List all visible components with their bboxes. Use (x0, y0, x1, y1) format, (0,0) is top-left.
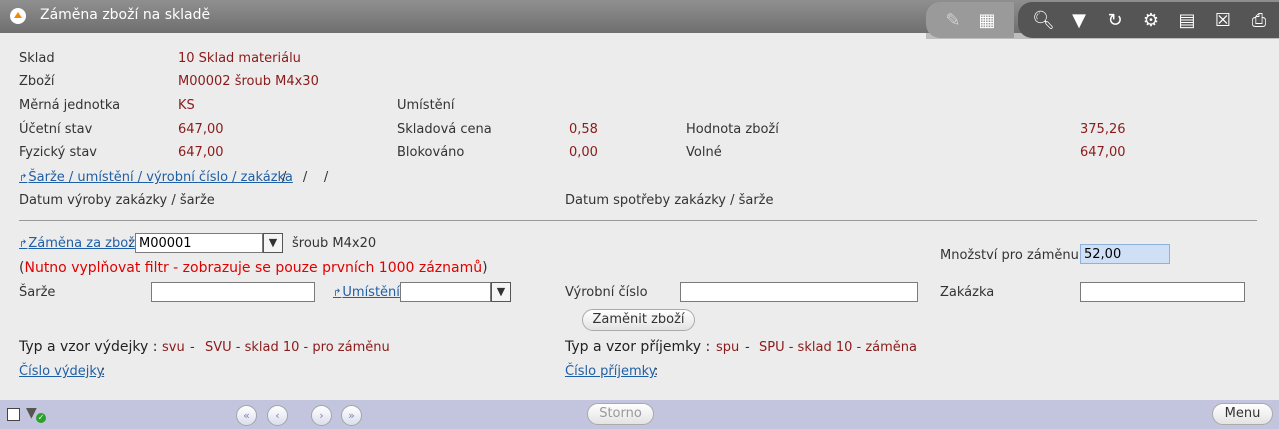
mj-label: Měrná jednotka (19, 98, 121, 113)
zamena-dropdown-button[interactable]: ▼ (263, 233, 283, 253)
umisteni-link-text: Umístění (342, 285, 400, 300)
user-settings-icon[interactable]: ⚙ (1140, 10, 1162, 32)
warning-text: Nutno vyplňovat filtr - zobrazuje se pou… (24, 260, 483, 276)
edit-icon[interactable]: ✎ (942, 10, 964, 32)
print-icon[interactable]: ⎙ (1248, 10, 1270, 32)
zakazka-label: Zakázka (940, 285, 995, 300)
document-icon[interactable]: ▤ (1176, 10, 1198, 32)
datum-spotreby-label: Datum spotřeby zakázky / šarže (565, 193, 774, 208)
blokovano-value: 0,00 (569, 145, 598, 160)
vydejka-name: SVU - sklad 10 - pro záměnu (205, 340, 390, 355)
sarze-umisteni-link-text: Šarže / umístění / výrobní číslo / zakáz… (28, 170, 293, 185)
hodnota-zbozi-value: 375,26 (1080, 122, 1126, 137)
nav-prev-button[interactable]: ‹ (267, 405, 288, 426)
vyrobni-cislo-input[interactable] (680, 282, 918, 302)
toolbar-group-actions: 🔍︎ ▼ ↻ ⚙ ▤ ☒ ⎙ (1018, 2, 1279, 38)
cislo-vydejky-link[interactable]: Číslo výdejky (19, 364, 104, 379)
link-arrow-icon: ↱ (19, 173, 28, 184)
sklad-value: 10 Sklad materiálu (178, 51, 301, 66)
cislo-vydejky-colon: : (101, 364, 106, 379)
prijemka-label: Typ a vzor příjemky : (565, 339, 711, 355)
sarze-umisteni-link[interactable]: ↱Šarže / umístění / výrobní číslo / zaká… (19, 170, 293, 185)
volne-label: Volné (686, 145, 722, 160)
datum-vyroby-label: Datum výroby zakázky / šarže (19, 193, 215, 208)
status-bar: ▼ ✓ « ‹ › » Storno Menu (0, 400, 1279, 429)
sarze-input[interactable] (151, 282, 315, 302)
check-icon: ✓ (36, 413, 46, 423)
mnozstvi-label: Množství pro záměnu (940, 248, 1079, 263)
umisteni-dropdown-button[interactable]: ▼ (491, 282, 511, 302)
sarze-label: Šarže (19, 285, 56, 300)
hodnota-zbozi-label: Hodnota zboží (686, 122, 779, 137)
cislo-prijemky-link[interactable]: Číslo příjemky (565, 364, 656, 379)
select-checkbox[interactable] (7, 408, 20, 421)
umisteni-label: Umístění (397, 98, 455, 113)
filter-icon[interactable]: ▼ (1068, 10, 1090, 32)
zamena-za-zbozi-link-text: Záměna za zboží (28, 236, 139, 251)
collapse-icon[interactable] (10, 8, 26, 24)
fyzicky-stav-value: 647,00 (178, 145, 224, 160)
vydejka-label: Typ a vzor výdejky : (19, 339, 158, 355)
zamena-za-zbozi-link[interactable]: ↱Záměna za zboží (19, 236, 139, 251)
zamena-za-zbozi-input[interactable] (135, 233, 263, 253)
window-title: Záměna zboží na skladě (40, 7, 211, 23)
zamenit-zbozi-button[interactable]: Zaměnit zboží (582, 309, 695, 331)
chevron-down-icon: ▼ (268, 236, 278, 249)
storno-button[interactable]: Storno (587, 403, 654, 425)
zbozi-value: M00002 šroub M4x30 (178, 74, 319, 89)
zamena-colon: : (128, 236, 133, 251)
vydejka-dash: - (190, 340, 195, 355)
ucetni-stav-value: 647,00 (178, 122, 224, 137)
filter-active-icon[interactable]: ▼ ✓ (26, 405, 46, 425)
volne-value: 647,00 (1080, 145, 1126, 160)
nav-last-button[interactable]: » (341, 405, 362, 426)
blokovano-label: Blokováno (397, 145, 465, 160)
umisteni-input[interactable] (400, 282, 491, 302)
zamena-zbozi-name: šroub M4x20 (292, 236, 377, 251)
refresh-icon[interactable]: ↻ (1104, 10, 1126, 32)
table-icon[interactable]: ▦ (976, 10, 998, 32)
section-divider (19, 220, 1257, 221)
umisteni-link[interactable]: ↱Umístění (333, 285, 400, 300)
zakazka-input[interactable] (1080, 282, 1245, 302)
prijemka-name: SPU - sklad 10 - záměna (759, 340, 917, 355)
skladova-cena-label: Skladová cena (397, 122, 492, 137)
filter-warning: (Nutno vyplňovat filtr - zobrazuje se po… (19, 260, 488, 276)
prijemka-dash: - (745, 340, 750, 355)
vyrobni-cislo-label: Výrobní číslo (565, 285, 648, 300)
prijemka-code: spu (716, 340, 740, 355)
link-arrow-icon: ↱ (333, 288, 342, 299)
menu-button[interactable]: Menu (1212, 403, 1273, 425)
zbozi-label: Zboží (19, 74, 55, 89)
cislo-prijemky-colon: : (654, 364, 659, 379)
link-arrow-icon: ↱ (19, 239, 28, 250)
nav-first-button[interactable]: « (236, 405, 257, 426)
warning-close-paren: ) (482, 260, 488, 276)
chevron-down-icon: ▼ (496, 285, 506, 298)
sklad-label: Sklad (19, 51, 55, 66)
ucetni-stav-label: Účetní stav (19, 122, 93, 137)
toolbar-group-edit: ✎ ▦ (926, 2, 1014, 38)
nav-next-button[interactable]: › (311, 405, 332, 426)
search-icon[interactable]: 🔍︎ (1032, 10, 1055, 32)
mj-value: KS (178, 98, 195, 113)
vydejka-code: svu (162, 340, 185, 355)
mnozstvi-input[interactable] (1080, 244, 1170, 264)
fyzicky-stav-label: Fyzický stav (19, 145, 97, 160)
sarze-values: / / / (282, 170, 329, 185)
skladova-cena-value: 0,58 (569, 122, 598, 137)
excel-icon[interactable]: ☒ (1212, 10, 1234, 32)
